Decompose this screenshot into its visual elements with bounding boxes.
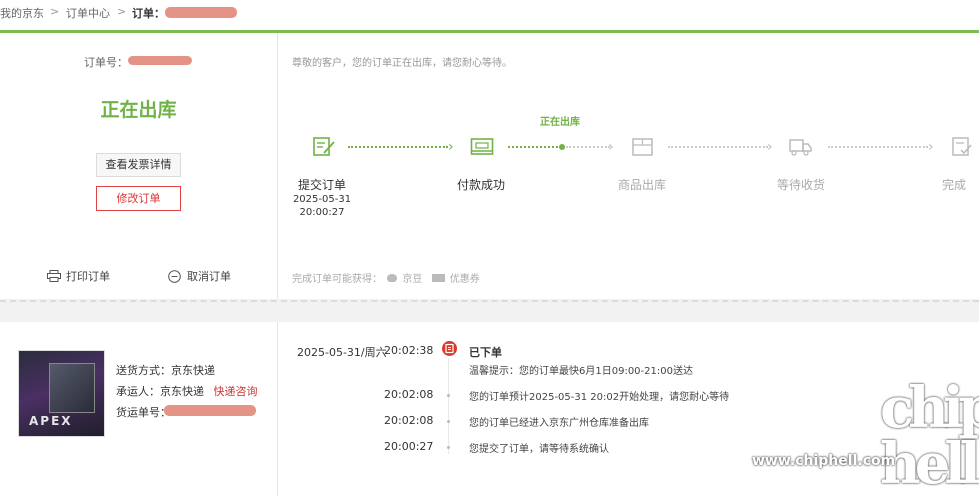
- cancel-circle-icon: [168, 270, 181, 283]
- submit-date: 2025-05-31: [292, 194, 352, 205]
- breadcrumb-orders-link[interactable]: 订单中心: [66, 5, 110, 21]
- progress-connector: [508, 146, 562, 148]
- product-thumbnail[interactable]: APEX: [18, 350, 105, 437]
- delivery-method: 送货方式：京东快递: [116, 362, 215, 378]
- log-dot: [447, 394, 450, 397]
- log-text: 您提交了订单，请等待系统确认: [469, 444, 609, 455]
- rewards-jingdou: 京豆: [402, 274, 423, 285]
- breadcrumb-home-link[interactable]: 我的京东: [0, 5, 44, 21]
- progress-connector: [348, 146, 448, 148]
- progress-arrow: ›: [767, 139, 773, 155]
- progress-arrow: ›: [608, 139, 614, 155]
- delivery-method-value: 京东快递: [171, 364, 215, 377]
- breadcrumb-separator: >: [117, 5, 127, 18]
- log-time: 20:02:08: [384, 414, 434, 427]
- progress-arrow: ›: [928, 139, 934, 155]
- log-text: 您的订单已经进入京东广州仓库准备出库: [469, 418, 649, 429]
- jingdou-icon: [387, 274, 398, 282]
- log-date: 2025-05-31/周六: [297, 346, 387, 359]
- log-timeline: [448, 358, 449, 454]
- current-step-label: 正在出库: [540, 117, 580, 128]
- step-label-submit: 提交订单: [297, 178, 346, 192]
- panel-divider: [277, 33, 278, 299]
- payment-card-icon: [470, 138, 494, 155]
- step-label-outbound: 商品出库: [617, 178, 666, 192]
- redacted-order-number: [165, 7, 237, 18]
- breadcrumb: 我的京东 > 订单中心 > 订单：: [0, 0, 979, 30]
- tracking-label: 货运单号：: [116, 406, 171, 419]
- step-label-paid: 付款成功: [456, 178, 505, 192]
- modify-order-button[interactable]: 修改订单: [96, 186, 181, 211]
- submit-timestamp: 2025-05-31 20:00:27: [292, 193, 352, 219]
- complete-icon: [952, 137, 972, 156]
- rewards-hint: 完成订单可能获得： 京豆 优惠券: [292, 270, 480, 285]
- print-order-link[interactable]: 打印订单: [66, 268, 110, 284]
- order-status: 正在出库: [100, 99, 177, 121]
- log-text: 您的订单预计2025-05-31 20:02开始处理，请您耐心等待: [469, 392, 730, 403]
- progress-current-dot: [559, 144, 565, 150]
- delivery-inquiry-link[interactable]: 快递咨询: [214, 385, 258, 398]
- rewards-coupon: 优惠券: [449, 274, 480, 285]
- package-icon: [632, 138, 653, 156]
- carrier-label: 承运人：: [116, 385, 160, 398]
- breadcrumb-current: 订单：: [132, 7, 165, 20]
- cancel-order-link[interactable]: 取消订单: [187, 268, 231, 284]
- log-time: 20:00:27: [384, 440, 434, 453]
- step-label-awaiting: 等待收货: [776, 178, 825, 192]
- printer-icon: [47, 270, 61, 282]
- carrier: 承运人：京东快递 快递咨询: [116, 383, 258, 399]
- log-time: 20:02:38: [384, 344, 434, 357]
- watermark-logo: chip hell: [880, 375, 979, 496]
- redacted-tracking-number: [164, 405, 256, 416]
- log-text: 温馨提示：您的订单最快6月1日09:00-21:00送达: [469, 366, 693, 377]
- watermark-url: www.chiphell.com: [752, 453, 896, 469]
- log-dot: [447, 446, 450, 449]
- order-number-label: 订单号：: [84, 56, 128, 69]
- coupon-icon: [431, 274, 445, 282]
- submit-order-icon: [313, 137, 335, 156]
- progress-connector: [828, 146, 928, 148]
- progress-arrow: ›: [448, 139, 454, 155]
- motherboard-image: [49, 363, 95, 413]
- panel-divider: [277, 322, 278, 496]
- progress-connector: [566, 146, 610, 148]
- site-watermark: chip hell www.chiphell.com: [752, 380, 979, 496]
- breadcrumb-separator: >: [50, 5, 60, 18]
- step-label-complete: 完成: [942, 178, 967, 192]
- status-notice: 尊敬的客户，您的订单正在出库，请您耐心等待。: [292, 58, 512, 69]
- product-logo-text: APEX: [29, 414, 73, 428]
- log-dot: [447, 420, 450, 423]
- truck-icon: [789, 139, 812, 156]
- carrier-value: 京东快递: [160, 385, 204, 398]
- log-title: 已下单: [469, 346, 502, 359]
- redacted-order-number: [128, 56, 192, 65]
- tracking-number: 货运单号：: [116, 404, 171, 420]
- submit-time: 20:00:27: [299, 207, 345, 218]
- delivery-method-label: 送货方式：: [116, 364, 171, 377]
- progress-connector: [668, 146, 768, 148]
- log-time: 20:02:08: [384, 388, 434, 401]
- order-placed-icon: [442, 341, 457, 356]
- invoice-details-button[interactable]: 查看发票详情: [96, 153, 181, 177]
- rewards-label: 完成订单可能获得：: [292, 274, 382, 285]
- section-separator: [0, 300, 979, 302]
